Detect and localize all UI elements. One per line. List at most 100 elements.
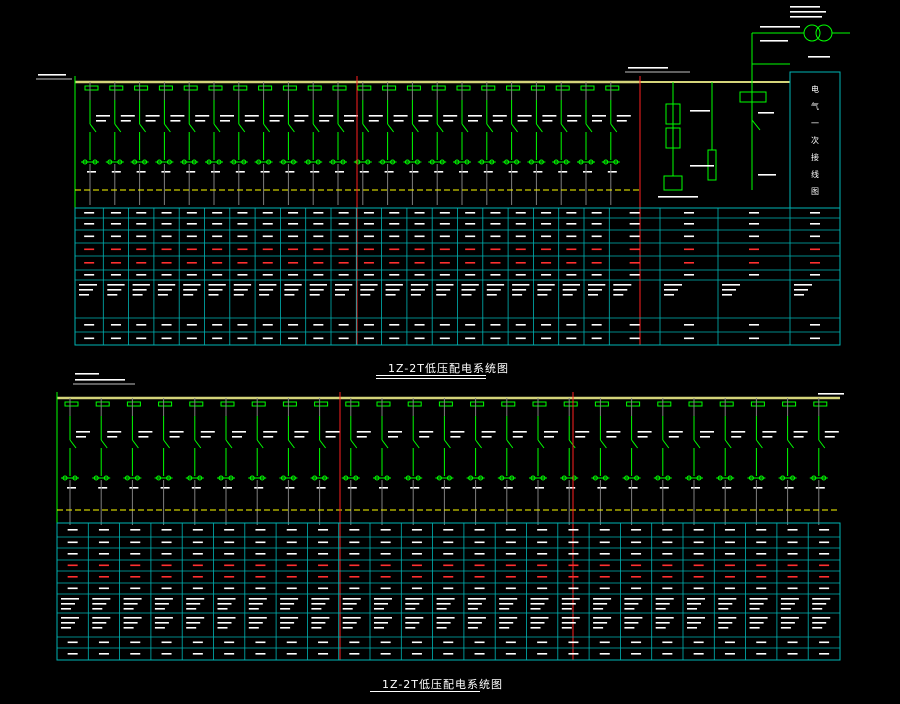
feeder-tag-box [530, 85, 545, 91]
table-cell-text [593, 622, 608, 624]
table-cell-text [515, 274, 526, 276]
transformer-incoming-section [751, 6, 850, 65]
table-cell-text [631, 576, 642, 578]
breaker-rating-text [616, 120, 627, 122]
table-cell-text [318, 576, 329, 578]
table-cell-text [593, 608, 604, 610]
feeder-tag-box [158, 85, 173, 91]
table-cell-text [212, 248, 223, 251]
table-cell-text [374, 598, 392, 600]
table-cell-text [410, 284, 429, 286]
table-cell-text [613, 284, 632, 286]
table-cell-text [693, 564, 704, 567]
table-cell-text [157, 284, 176, 286]
breaker-rating-text [344, 115, 358, 117]
table-cell-text [530, 622, 545, 624]
table-cell-text [410, 289, 425, 291]
table-cell-text [92, 598, 111, 600]
incoming-label [38, 74, 66, 76]
table-cell-text [132, 294, 143, 296]
table-cell-text [593, 627, 604, 629]
table-cell-text [629, 337, 640, 340]
table-cell-text [812, 617, 831, 619]
table-cell-text [192, 529, 203, 531]
lower-feeder-15 [529, 398, 558, 525]
table-cell-text [363, 274, 374, 276]
table-cell-text [537, 553, 548, 555]
table-cell-text [262, 324, 273, 326]
breaker-rating-text [120, 120, 131, 122]
table-cell-text [224, 653, 235, 655]
table-cell-text [439, 274, 450, 276]
ct-ratio-text [211, 171, 220, 173]
table-cell-text [389, 337, 400, 340]
breaker-rating-text [393, 115, 408, 117]
table-cell-text [255, 529, 266, 531]
breaker-rating-text [195, 115, 210, 117]
table-cell-text [110, 212, 121, 214]
circuit-breaker-icon [461, 123, 469, 133]
table-cell-text [130, 541, 141, 544]
lower-feeder-19 [653, 398, 683, 525]
table-cell-text [110, 324, 121, 326]
diagram-legend-column: 电气一次接线图 [789, 71, 841, 209]
ct-ratio-text [67, 487, 76, 489]
transformer-symbol-icon [803, 24, 833, 42]
ct-ratio-text [260, 171, 270, 173]
breaker-rating-text [731, 436, 742, 438]
ct-ratio-text [459, 171, 468, 173]
table-cell-text [591, 248, 602, 251]
table-cell-text [313, 262, 324, 264]
table-cell-text [318, 641, 329, 644]
table-cell-text [490, 235, 501, 238]
table-cell-text [92, 608, 103, 610]
circuit-breaker-icon [256, 439, 264, 449]
table-cell-text [684, 248, 694, 251]
table-cell-text [186, 248, 197, 251]
table-cell-text [629, 324, 640, 326]
breaker-rating-text [443, 120, 454, 122]
circuit-breaker-icon [662, 439, 670, 449]
table-cell-text [311, 622, 326, 624]
table-cell-text [288, 324, 299, 326]
table-cell-text [233, 294, 244, 296]
table-cell-text [515, 262, 526, 264]
table-cell-text [61, 603, 75, 605]
feeder-tag-box [501, 401, 516, 407]
table-cell-text [224, 541, 235, 544]
table-cell-text [259, 289, 274, 291]
table-cell-text [136, 274, 147, 276]
table-cell-text [237, 274, 248, 276]
ct-ratio-text [607, 171, 617, 173]
feeder-tag-box [134, 85, 149, 91]
table-cell-text [505, 576, 516, 578]
breaker-rating-text [575, 431, 590, 433]
lower-feeder-14 [497, 398, 527, 525]
table-cell-text [286, 641, 297, 644]
table-cell-text [411, 541, 422, 544]
lower-feeder-13 [466, 398, 496, 525]
breaker-rating-text [170, 120, 181, 122]
breaker-rating-text [220, 115, 234, 117]
circuit-breaker-icon [69, 439, 77, 449]
table-cell-text [161, 324, 172, 326]
table-cell-text [84, 248, 95, 251]
table-cell-text [161, 564, 172, 567]
circuit-breaker-icon [114, 123, 122, 133]
table-cell-text [98, 541, 109, 544]
table-cell-text [161, 274, 172, 276]
table-cell-text [280, 608, 291, 610]
table-cell-text [749, 274, 759, 276]
table-cell-text [443, 641, 454, 644]
table-cell-text [363, 223, 374, 225]
table-cell-text [629, 248, 640, 251]
feeder-tag-box [158, 401, 173, 407]
table-cell-text [233, 284, 252, 286]
breaker-rating-text [169, 431, 184, 433]
table-cell-text [486, 284, 505, 286]
ct-ratio-text [160, 487, 170, 489]
table-cell-text [342, 627, 353, 629]
upper-feeder-0 [81, 82, 110, 205]
table-cell-text [467, 598, 486, 600]
table-cell-text [588, 294, 598, 296]
